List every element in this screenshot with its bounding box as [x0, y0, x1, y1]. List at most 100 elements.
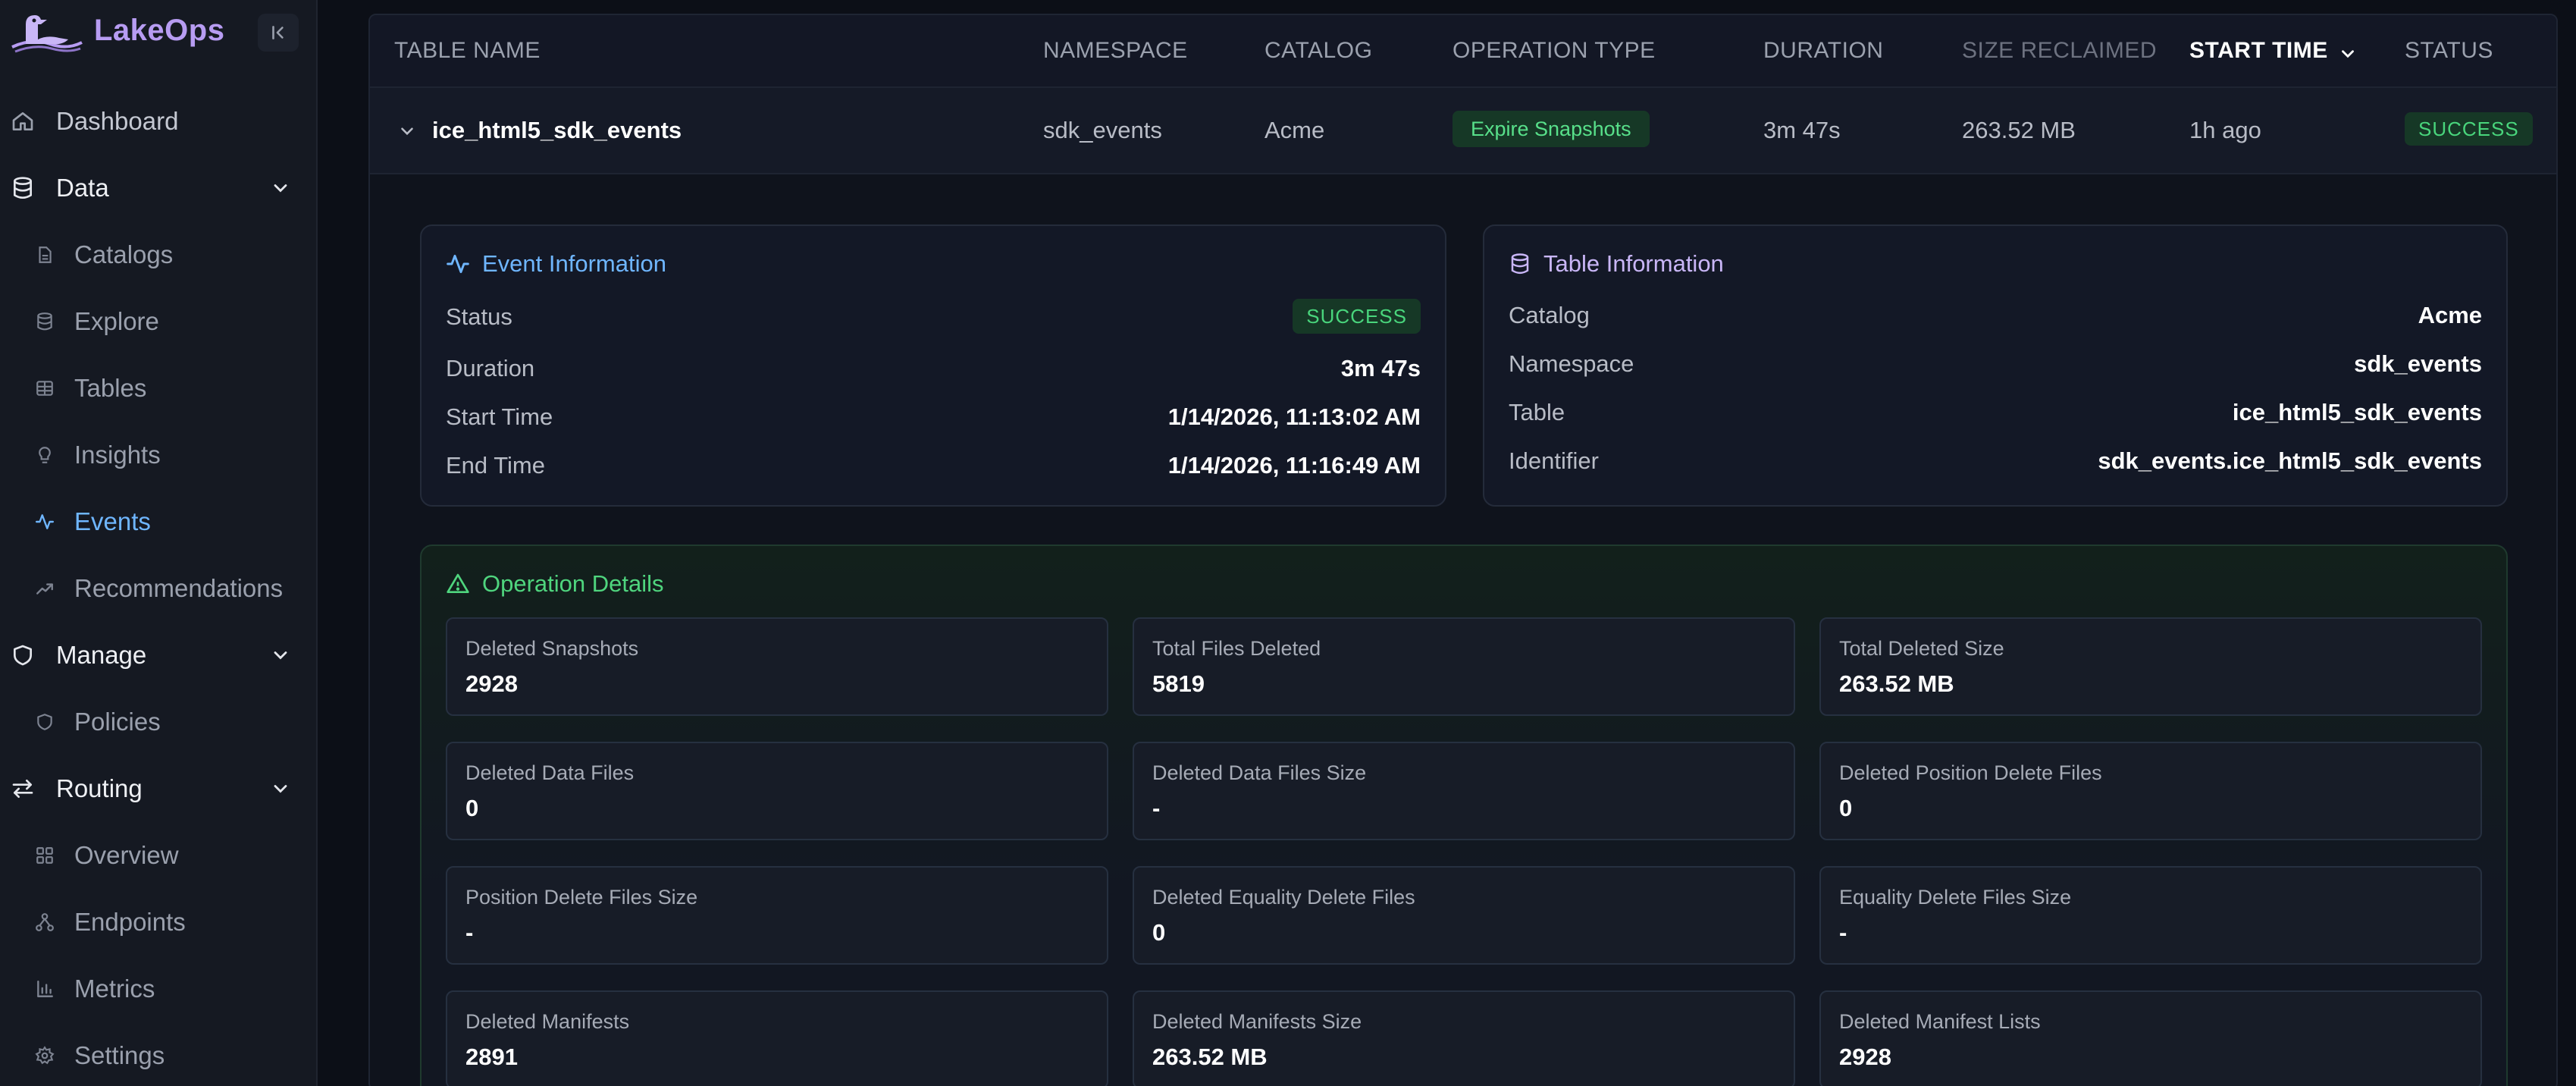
sort-chevron-down-icon[interactable] — [2338, 44, 2358, 64]
activity-icon — [35, 512, 55, 532]
metric-deleted-snapshots: Deleted Snapshots 2928 — [446, 617, 1108, 716]
metric-value: 2928 — [1839, 1044, 1891, 1070]
metric-value: - — [1152, 795, 1161, 821]
metric-label: Total Files Deleted — [1152, 637, 1321, 660]
warning-triangle-icon — [447, 573, 469, 593]
metric-value: 0 — [465, 795, 479, 821]
identifier-label: Identifier — [1509, 447, 1599, 474]
column-header-catalog[interactable]: CATALOG — [1264, 38, 1372, 64]
sidebar-item-label: Explore — [74, 307, 159, 335]
table-value: ice_html5_sdk_events — [2232, 399, 2482, 425]
duration-value: 3m 47s — [1340, 355, 1421, 381]
metric-label: Deleted Data Files — [465, 761, 635, 784]
operation-details-card: Operation Details Deleted Snapshots 2928… — [420, 545, 2508, 1086]
start-time-row: Start Time 1/14/2026, 11:13:02 AM — [446, 399, 1421, 432]
column-header-start-time[interactable]: START TIME — [2189, 38, 2328, 64]
sidebar-item-events[interactable]: Events — [0, 493, 318, 551]
status-badge: SUCCESS — [2405, 112, 2533, 146]
column-header-operation-type[interactable]: OPERATION TYPE — [1453, 38, 1656, 64]
cell-table-name: ice_html5_sdk_events — [432, 117, 682, 143]
network-icon — [35, 912, 55, 932]
sidebar-section-routing[interactable]: Routing — [0, 760, 318, 818]
database-icon — [1511, 253, 1529, 275]
metric-deleted-manifest-lists: Deleted Manifest Lists 2928 — [1819, 990, 2482, 1086]
card-title-text: Event Information — [482, 250, 666, 277]
column-header-status[interactable]: STATUS — [2405, 38, 2493, 64]
column-header-size-reclaimed[interactable]: SIZE RECLAIMED — [1962, 38, 2157, 64]
metric-value: 263.52 MB — [1152, 1044, 1268, 1070]
metric-label: Deleted Equality Delete Files — [1152, 886, 1415, 909]
sidebar-item-label: Catalogs — [74, 240, 174, 268]
metric-deleted-manifests: Deleted Manifests 2891 — [446, 990, 1108, 1086]
sidebar-section-data[interactable]: Data — [0, 159, 318, 217]
table-row-info: Table ice_html5_sdk_events — [1509, 394, 2482, 428]
cell-catalog: Acme — [1264, 117, 1325, 143]
brand[interactable]: LakeOps — [0, 0, 318, 65]
sidebar-item-label: Tables — [74, 374, 147, 402]
catalog-label: Catalog — [1509, 302, 1590, 328]
sidebar-item-overview[interactable]: Overview — [0, 827, 318, 884]
column-header-namespace[interactable]: NAMESPACE — [1043, 38, 1188, 64]
gear-icon — [35, 1046, 55, 1066]
sidebar-item-label: Manage — [56, 641, 147, 669]
sidebar-item-settings[interactable]: Settings — [0, 1027, 318, 1084]
sidebar-item-label: Settings — [74, 1041, 165, 1069]
metric-value: 2891 — [465, 1044, 518, 1070]
collapse-left-icon — [272, 26, 284, 39]
cell-start-time: 1h ago — [2189, 117, 2261, 143]
sidebar-item-policies[interactable]: Policies — [0, 693, 318, 751]
column-header-table-name[interactable]: TABLE NAME — [394, 38, 541, 64]
sidebar-item-tables[interactable]: Tables — [0, 359, 318, 417]
metric-value: 0 — [1839, 795, 1853, 821]
catalog-row: Catalog Acme — [1509, 297, 2482, 331]
metric-deleted-data-files-size: Deleted Data Files Size - — [1133, 742, 1795, 840]
metric-label: Deleted Position Delete Files — [1839, 761, 2102, 784]
cell-duration: 3m 47s — [1763, 117, 1841, 143]
table-label: Table — [1509, 399, 1565, 425]
sidebar-item-dashboard[interactable]: Dashboard — [0, 93, 318, 150]
sidebar-item-metrics[interactable]: Metrics — [0, 960, 318, 1018]
metric-deleted-manifests-size: Deleted Manifests Size 263.52 MB — [1133, 990, 1795, 1086]
activity-icon — [447, 254, 469, 274]
sidebar-item-insights[interactable]: Insights — [0, 426, 318, 484]
sidebar-item-label: Metrics — [74, 975, 155, 1003]
chevron-down-icon[interactable] — [397, 121, 417, 141]
metric-label: Deleted Manifests Size — [1152, 1010, 1362, 1033]
metric-label: Deleted Manifest Lists — [1839, 1010, 2041, 1033]
metric-label: Deleted Snapshots — [465, 637, 639, 660]
metric-total-deleted-size: Total Deleted Size 263.52 MB — [1819, 617, 2482, 716]
metric-label: Deleted Data Files Size — [1152, 761, 1367, 784]
sidebar-item-label: Data — [56, 174, 109, 202]
metric-label: Position Delete Files Size — [465, 886, 698, 909]
logo-icon — [11, 15, 83, 53]
sidebar-section-manage[interactable]: Manage — [0, 626, 318, 684]
namespace-label: Namespace — [1509, 350, 1634, 377]
identifier-row: Identifier sdk_events.ice_html5_sdk_even… — [1509, 443, 2482, 476]
chevron-down-icon — [274, 184, 287, 193]
sidebar-item-recommendations[interactable]: Recommendations — [0, 560, 318, 617]
sidebar-item-catalogs[interactable]: Catalogs — [0, 226, 318, 284]
metric-label: Deleted Manifests — [465, 1010, 630, 1033]
table-header: TABLE NAME NAMESPACE CATALOG OPERATION T… — [370, 15, 2556, 88]
cell-namespace: sdk_events — [1043, 117, 1162, 143]
collapse-sidebar-button[interactable] — [258, 14, 299, 52]
column-header-duration[interactable]: DURATION — [1763, 38, 1883, 64]
operation-details-title: Operation Details — [446, 570, 664, 598]
sidebar-item-label: Recommendations — [74, 574, 284, 602]
metric-value: - — [1839, 919, 1847, 946]
shield-icon — [11, 643, 35, 667]
sidebar-item-label: Overview — [74, 841, 179, 869]
app-name: LakeOps — [94, 14, 225, 47]
sidebar-item-endpoints[interactable]: Endpoints — [0, 893, 318, 951]
catalog-value: Acme — [2418, 302, 2482, 328]
sidebar-item-explore[interactable]: Explore — [0, 293, 318, 350]
bar-chart-icon — [35, 979, 55, 999]
sidebar-item-label: Policies — [74, 708, 161, 736]
table-row[interactable]: ice_html5_sdk_events sdk_events Acme Exp… — [370, 88, 2556, 174]
metric-total-files-deleted: Total Files Deleted 5819 — [1133, 617, 1795, 716]
row-details: Event Information Status SUCCESS Duratio… — [370, 174, 2556, 1086]
sidebar-item-label: Events — [74, 507, 151, 535]
chevron-down-icon — [274, 785, 287, 793]
end-time-row: End Time 1/14/2026, 11:16:49 AM — [446, 447, 1421, 481]
metric-value: 5819 — [1152, 670, 1205, 697]
